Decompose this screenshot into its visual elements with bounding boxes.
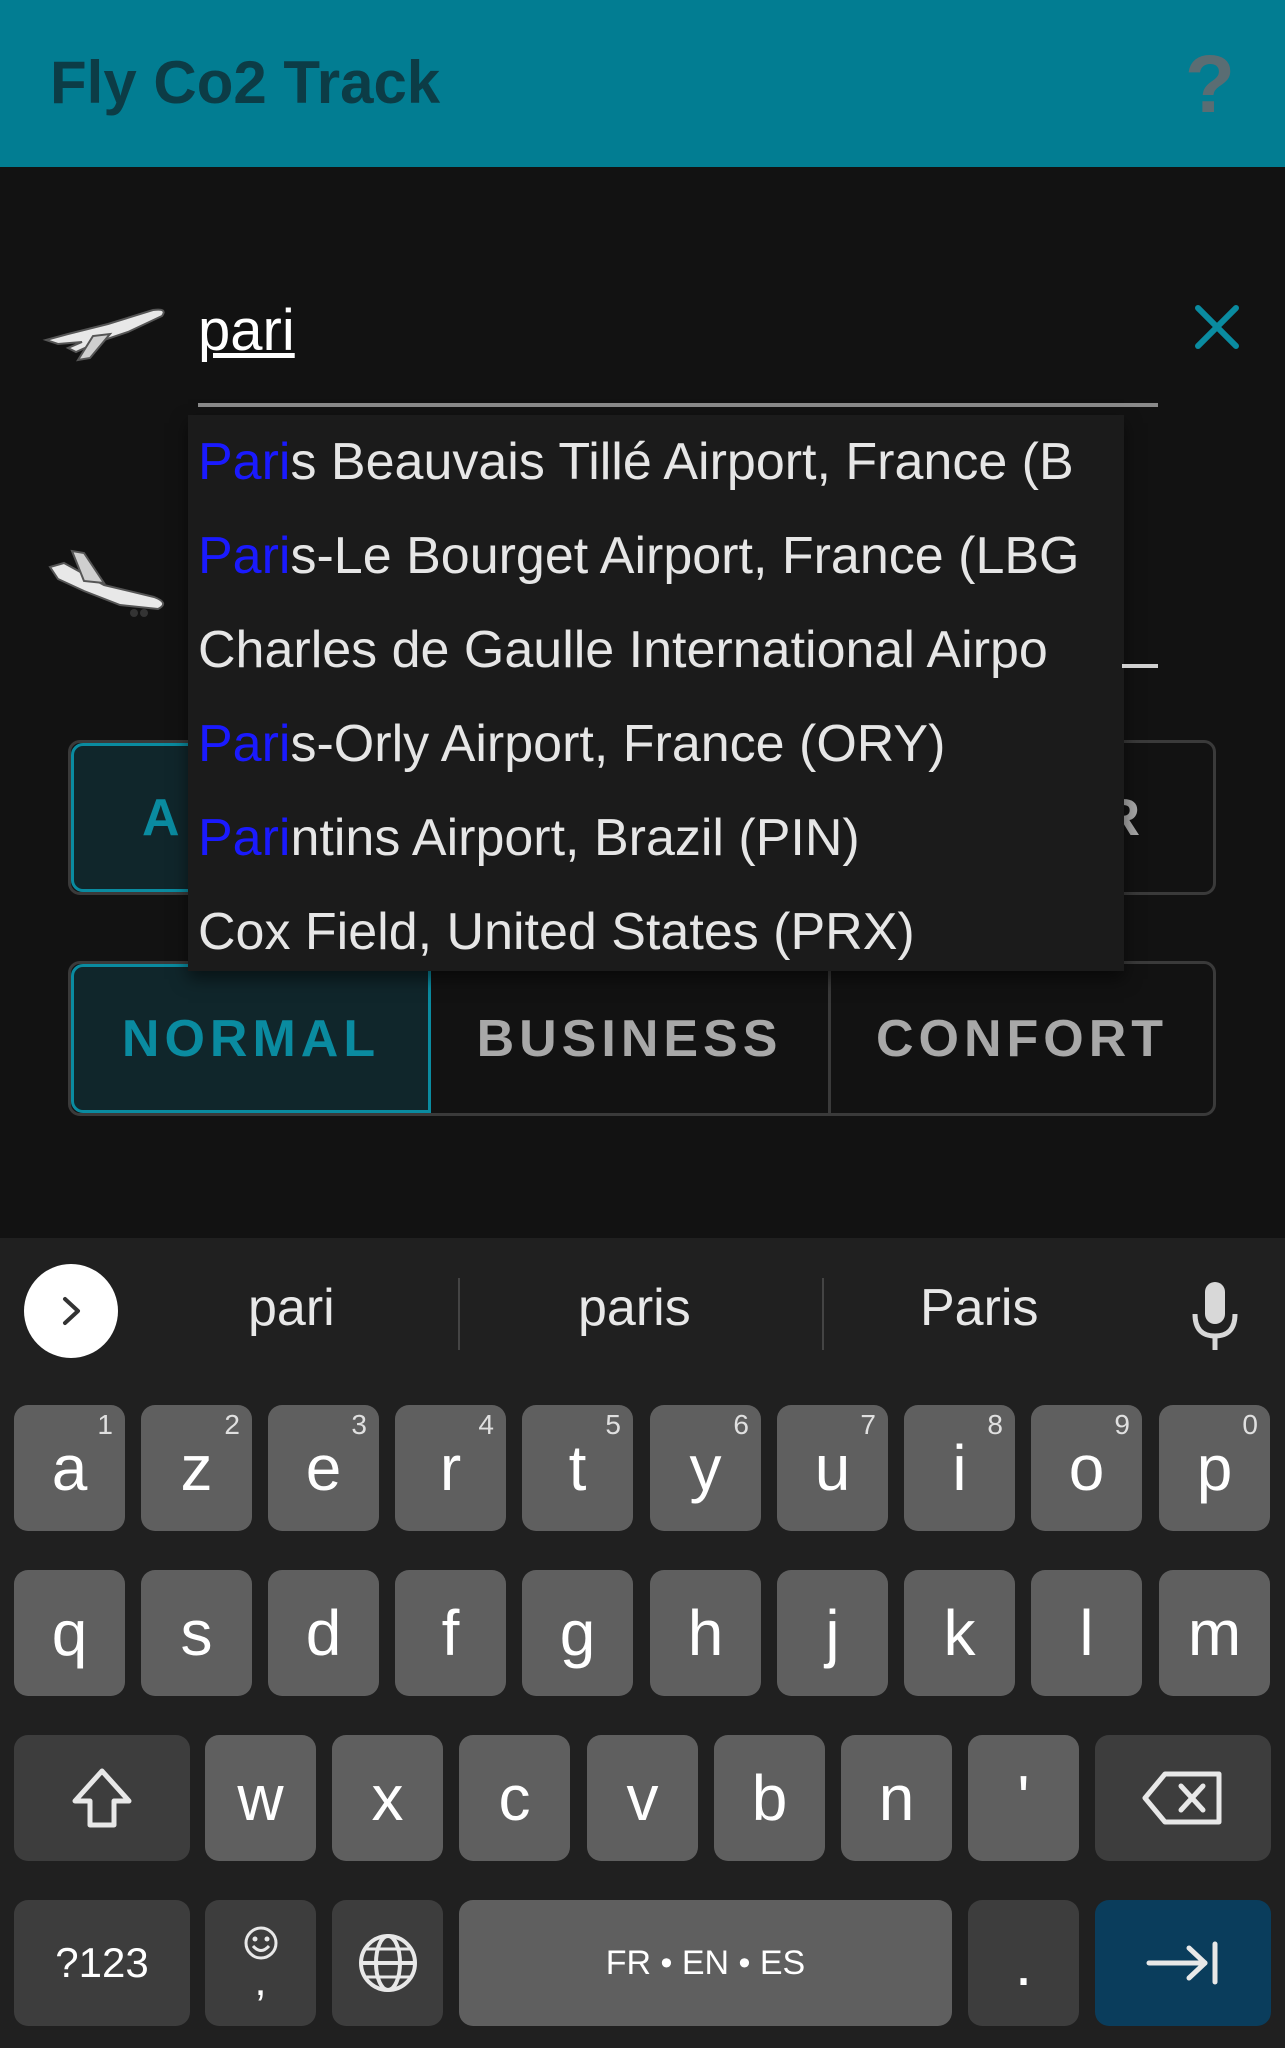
emoji-comma-key[interactable]: , — [205, 1900, 316, 2026]
clear-icon[interactable] — [1190, 300, 1244, 354]
key-r[interactable]: r4 — [395, 1405, 506, 1531]
suggestion-item[interactable]: Charles de Gaulle International Airpo — [188, 603, 1124, 697]
suggestion-divider — [458, 1278, 460, 1350]
backspace-icon — [1142, 1771, 1222, 1825]
chevron-right-icon — [63, 1297, 80, 1325]
keyboard-suggestion-strip: pari paris Paris — [0, 1238, 1285, 1383]
key-j[interactable]: j — [777, 1570, 888, 1696]
shift-icon — [72, 1768, 132, 1828]
word-suggestion[interactable]: pari — [248, 1278, 335, 1338]
key-d[interactable]: d — [268, 1570, 379, 1696]
class-toggle: NORMAL BUSINESS CONFORT — [68, 961, 1216, 1116]
key-u[interactable]: u7 — [777, 1405, 888, 1531]
departure-plane-icon — [42, 308, 165, 362]
key-k[interactable]: k — [904, 1570, 1015, 1696]
key-b[interactable]: b — [714, 1735, 825, 1861]
key-e[interactable]: e3 — [268, 1405, 379, 1531]
suggestion-item[interactable]: Paris-Orly Airport, France (ORY) — [188, 697, 1124, 791]
key-t[interactable]: t5 — [522, 1405, 633, 1531]
backspace-key[interactable] — [1095, 1735, 1271, 1861]
suggestion-divider — [822, 1278, 824, 1350]
key-apostrophe[interactable]: ' — [968, 1735, 1079, 1861]
language-key[interactable] — [332, 1900, 443, 2026]
key-s[interactable]: s — [141, 1570, 252, 1696]
arrival-plane-icon — [48, 549, 165, 617]
key-i[interactable]: i8 — [904, 1405, 1015, 1531]
input-underline — [198, 403, 1158, 407]
key-l[interactable]: l — [1031, 1570, 1142, 1696]
key-g[interactable]: g — [522, 1570, 633, 1696]
globe-icon — [358, 1934, 417, 1992]
tab-arrow-icon — [1146, 1941, 1218, 1985]
departure-search-input[interactable] — [198, 285, 1158, 375]
key-o[interactable]: o9 — [1031, 1405, 1142, 1531]
key-x[interactable]: x — [332, 1735, 443, 1861]
app-title: Fly Co2 Track — [50, 49, 441, 116]
comma-label: , — [254, 1956, 267, 2005]
class-confort-button[interactable]: CONFORT — [831, 964, 1213, 1113]
key-v[interactable]: v — [587, 1735, 698, 1861]
suggestion-item[interactable]: Parintins Airport, Brazil (PIN) — [188, 791, 1124, 885]
key-n[interactable]: n — [841, 1735, 952, 1861]
key-w[interactable]: w — [205, 1735, 316, 1861]
word-suggestion[interactable]: paris — [578, 1278, 691, 1338]
key-y[interactable]: y6 — [650, 1405, 761, 1531]
space-bar[interactable]: FR • EN • ES — [459, 1900, 952, 2026]
key-m[interactable]: m — [1159, 1570, 1270, 1696]
soft-keyboard: pari paris Paris a1 z2 e3 r4 t5 y6 u7 i8… — [0, 1238, 1285, 2048]
key-p[interactable]: p0 — [1159, 1405, 1270, 1531]
app-screen: Fly Co2 Track ? A R NORMAL BUSINESS CONF… — [0, 0, 1285, 2048]
symbols-key[interactable]: ?123 — [14, 1900, 190, 2026]
suggestion-item[interactable]: Paris Beauvais Tillé Airport, France (B — [188, 415, 1124, 509]
word-suggestion[interactable]: Paris — [920, 1278, 1038, 1338]
class-business-button[interactable]: BUSINESS — [431, 964, 831, 1113]
key-z[interactable]: z2 — [141, 1405, 252, 1531]
airport-suggestions-dropdown: Paris Beauvais Tillé Airport, France (B … — [188, 415, 1124, 971]
expand-toolbar-button[interactable] — [24, 1264, 118, 1358]
shift-key[interactable] — [14, 1735, 190, 1861]
key-f[interactable]: f — [395, 1570, 506, 1696]
next-field-key[interactable] — [1095, 1900, 1271, 2026]
key-h[interactable]: h — [650, 1570, 761, 1696]
help-icon[interactable]: ? — [1185, 38, 1235, 132]
suggestion-item[interactable]: Cox Field, United States (PRX) — [188, 885, 1124, 971]
key-a[interactable]: a1 — [14, 1405, 125, 1531]
key-q[interactable]: q — [14, 1570, 125, 1696]
suggestion-item[interactable]: Paris-Le Bourget Airport, France (LBG — [188, 509, 1124, 603]
microphone-icon[interactable] — [1185, 1276, 1245, 1356]
key-c[interactable]: c — [459, 1735, 570, 1861]
class-normal-button[interactable]: NORMAL — [71, 964, 431, 1113]
period-key[interactable]: . — [968, 1900, 1079, 2026]
app-bar: Fly Co2 Track ? — [0, 0, 1285, 167]
dropdown-scrollbar[interactable] — [1122, 664, 1158, 668]
